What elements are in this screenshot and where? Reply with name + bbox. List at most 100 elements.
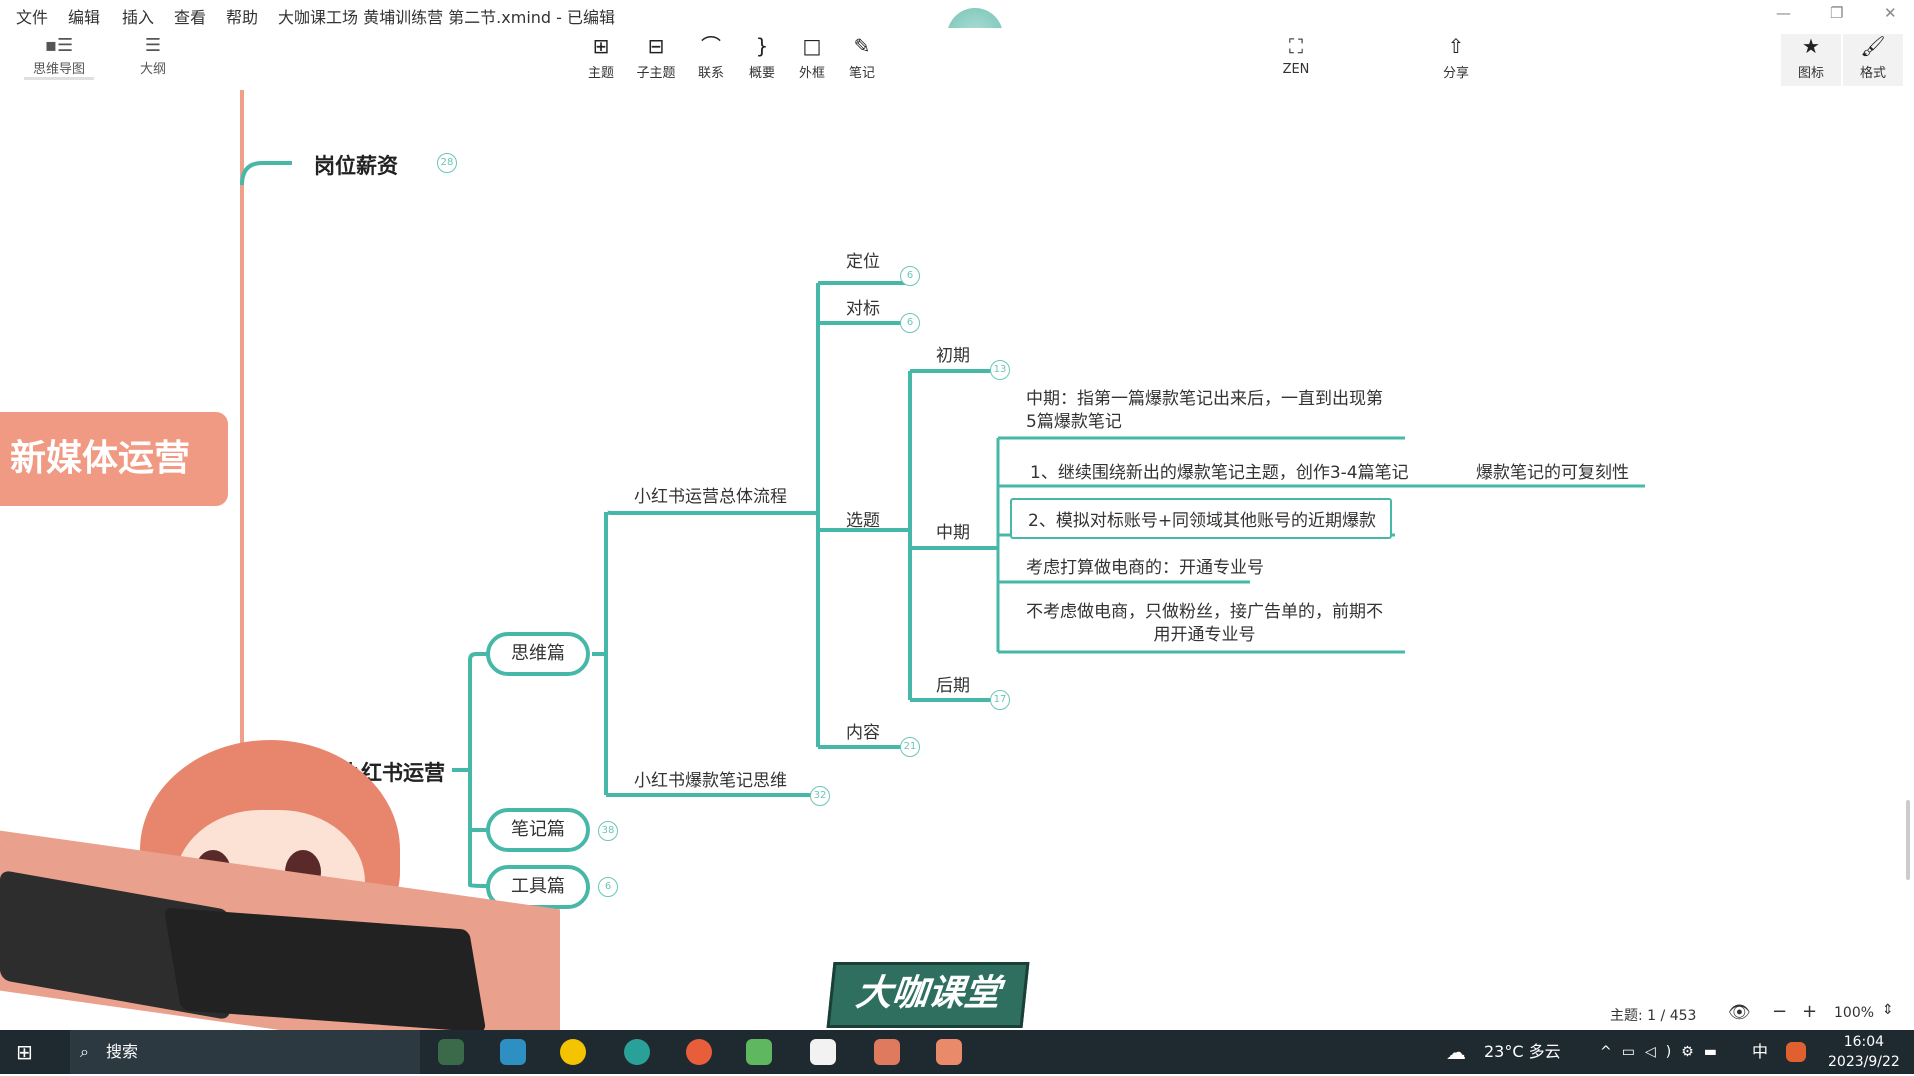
item-no-ecommerce-line2: 用开通专业号 bbox=[1153, 625, 1256, 645]
watermark-logo: 大咖课堂 bbox=[826, 962, 1030, 1028]
topic-positioning[interactable]: 定位 bbox=[846, 247, 880, 272]
tab-outline[interactable]: ☰ 大纲 bbox=[118, 34, 188, 77]
clock-time: 16:04 bbox=[1843, 1034, 1885, 1050]
weather-cloud-icon[interactable]: ☁ bbox=[1446, 1030, 1466, 1074]
zen-button[interactable]: ⛶ ZEN bbox=[1266, 34, 1326, 77]
subtopic-button[interactable]: ⊟ 子主题 bbox=[626, 34, 686, 81]
taskbar-app-icon[interactable] bbox=[560, 1039, 586, 1065]
zen-button-label: ZEN bbox=[1282, 62, 1310, 77]
taskbar-app-icon[interactable] bbox=[624, 1039, 650, 1065]
zoom-in-icon[interactable]: + bbox=[1802, 1001, 1817, 1022]
taskbar-app-icon[interactable] bbox=[810, 1039, 836, 1065]
restore-icon[interactable]: ❐ bbox=[1830, 4, 1843, 22]
topic-benchmark[interactable]: 对标 bbox=[846, 294, 880, 319]
clock-date: 2023/9/22 bbox=[1828, 1054, 1900, 1070]
tab-mindmap-label: 思维导图 bbox=[32, 62, 85, 77]
topic-count: 主题: 1 / 453 bbox=[1610, 1008, 1697, 1024]
windows-start-icon[interactable]: ⊞ bbox=[16, 1030, 33, 1074]
salary-count-badge[interactable]: 28 bbox=[437, 153, 457, 173]
menu-insert[interactable]: 插入 bbox=[122, 4, 154, 28]
topic-button[interactable]: ⊞ 主题 bbox=[571, 34, 631, 81]
middle-definition-line2: 5篇爆款笔记 bbox=[1026, 412, 1122, 432]
tray-app-icon[interactable] bbox=[1786, 1042, 1806, 1062]
taskbar-app-icon[interactable] bbox=[500, 1039, 526, 1065]
topic-thinking[interactable]: 思维篇 bbox=[486, 632, 590, 676]
star-icon: ★ bbox=[1802, 34, 1820, 58]
root-to-salary-line bbox=[240, 161, 292, 186]
topic-plus-icon: ⊞ bbox=[592, 34, 610, 58]
menu-file[interactable]: 文件 bbox=[16, 4, 48, 28]
viral-count-badge[interactable]: 32 bbox=[810, 786, 830, 806]
window-title: 大咖课工场 黄埔训练营 第二节.xmind - 已编辑 bbox=[278, 8, 616, 27]
close-icon[interactable]: ✕ bbox=[1884, 4, 1897, 22]
item-ecommerce-pro[interactable]: 考虑打算做电商的：开通专业号 bbox=[1026, 553, 1264, 578]
zoom-stepper-icon[interactable]: ⇕ bbox=[1882, 1002, 1894, 1018]
weather-text[interactable]: 23°C 多云 bbox=[1484, 1030, 1561, 1074]
item-imitate-benchmark[interactable]: 2、模拟对标账号+同领域其他账号的近期爆款 bbox=[1010, 498, 1393, 539]
root-topic[interactable]: 新媒体运营 bbox=[0, 412, 228, 506]
outline-icon: ☰ bbox=[144, 35, 162, 56]
item-replicability-note[interactable]: 爆款笔记的可复刻性 bbox=[1476, 458, 1629, 483]
item-no-ecommerce[interactable]: 不考虑做电商，只做粉丝，接广告单的，前期不 用开通专业号 bbox=[1026, 601, 1383, 647]
taskbar-clock[interactable]: 16:04 2023/9/22 bbox=[1828, 1032, 1900, 1076]
icon-panel-label: 图标 bbox=[1797, 66, 1824, 81]
taskbar-app-icon[interactable] bbox=[438, 1039, 464, 1065]
topic-button-label: 主题 bbox=[587, 66, 614, 81]
taskbar-app-icon[interactable] bbox=[746, 1039, 772, 1065]
format-panel-button[interactable]: 🖌 格式 bbox=[1843, 34, 1903, 86]
share-button-label: 分享 bbox=[1442, 66, 1469, 81]
subtopic-plus-icon: ⊟ bbox=[647, 34, 665, 58]
middle-definition[interactable]: 中期：指第一篇爆款笔记出来后，一直到出现第 5篇爆款笔记 bbox=[1026, 388, 1383, 434]
content-count-badge[interactable]: 21 bbox=[900, 737, 920, 757]
zoom-out-icon[interactable]: − bbox=[1772, 1001, 1787, 1022]
ime-indicator[interactable]: 中 bbox=[1752, 1030, 1768, 1074]
tray-icons[interactable]: ^▭◁)⚙▬ bbox=[1600, 1030, 1727, 1074]
taskbar-app-icon[interactable] bbox=[936, 1039, 962, 1065]
share-button[interactable]: ⇧ 分享 bbox=[1426, 34, 1486, 81]
fullscreen-icon: ⛶ bbox=[1289, 34, 1303, 58]
eye-icon[interactable]: 👁 bbox=[1728, 1002, 1751, 1023]
subtopic-button-label: 子主题 bbox=[636, 66, 676, 81]
note-button-label: 笔记 bbox=[848, 66, 875, 81]
vertical-scrollbar[interactable] bbox=[1906, 800, 1910, 880]
brush-icon: 🖌 bbox=[1860, 34, 1886, 58]
late-count-badge[interactable]: 17 bbox=[990, 690, 1010, 710]
topic-content[interactable]: 内容 bbox=[846, 718, 880, 743]
search-icon: ⌕ bbox=[80, 1042, 89, 1061]
tab-mindmap[interactable]: ▪☰ 思维导图 bbox=[24, 34, 94, 80]
thinking-branch-line bbox=[592, 510, 818, 797]
taskbar-app-icon[interactable] bbox=[874, 1039, 900, 1065]
notes-count-badge[interactable]: 38 bbox=[598, 821, 618, 841]
taskbar: ⊞ ⌕ 搜索 ☁ 23°C 多云 ^▭◁)⚙▬ 中 16:04 2023/9/2… bbox=[0, 1030, 1914, 1074]
menu-help[interactable]: 帮助 bbox=[226, 4, 258, 28]
menu-view[interactable]: 查看 bbox=[174, 4, 206, 28]
menu-edit[interactable]: 编辑 bbox=[68, 4, 100, 28]
taskbar-app-icon[interactable] bbox=[686, 1039, 712, 1065]
mindmap-icon: ▪☰ bbox=[44, 35, 74, 56]
mascot-overlay-image bbox=[0, 730, 560, 1030]
toolbar: ▪☰ 思维导图 ☰ 大纲 ⊞ 主题 ⊟ 子主题 ⌒ 联系 } 概要 □ 外框 ✎… bbox=[0, 28, 1914, 90]
topic-late-stage[interactable]: 后期 bbox=[936, 671, 970, 696]
zoom-level[interactable]: 100% bbox=[1834, 1005, 1874, 1021]
topic-flow[interactable]: 小红书运营总体流程 bbox=[634, 482, 787, 507]
middle-definition-line1: 中期：指第一篇爆款笔记出来后，一直到出现第 bbox=[1026, 389, 1383, 409]
note-pencil-icon: ✎ bbox=[853, 34, 871, 58]
topic-middle-stage[interactable]: 中期 bbox=[936, 518, 970, 543]
taskbar-search-box[interactable]: ⌕ 搜索 bbox=[70, 1030, 420, 1074]
tools-count-badge[interactable]: 6 bbox=[598, 877, 618, 897]
benchmark-count-badge[interactable]: 6 bbox=[900, 313, 920, 333]
topic-topic-selection[interactable]: 选题 bbox=[846, 506, 880, 531]
topic-early-stage[interactable]: 初期 bbox=[936, 341, 970, 366]
note-button[interactable]: ✎ 笔记 bbox=[832, 34, 892, 81]
topic-salary[interactable]: 岗位薪资 bbox=[314, 150, 398, 180]
topic-viral-thinking[interactable]: 小红书爆款笔记思维 bbox=[634, 766, 787, 791]
taskbar-search-text: 搜索 bbox=[106, 1042, 139, 1061]
tab-outline-label: 大纲 bbox=[139, 62, 166, 77]
item-continue-viral[interactable]: 1、继续围绕新出的爆款笔记主题，创作3-4篇笔记 bbox=[1030, 458, 1409, 483]
minimize-icon[interactable]: — bbox=[1776, 4, 1791, 22]
item-no-ecommerce-line1: 不考虑做电商，只做粉丝，接广告单的，前期不 bbox=[1026, 602, 1383, 622]
format-panel-label: 格式 bbox=[1859, 66, 1886, 81]
early-count-badge[interactable]: 13 bbox=[990, 360, 1010, 380]
icon-panel-button[interactable]: ★ 图标 bbox=[1781, 34, 1841, 86]
positioning-count-badge[interactable]: 6 bbox=[900, 266, 920, 286]
